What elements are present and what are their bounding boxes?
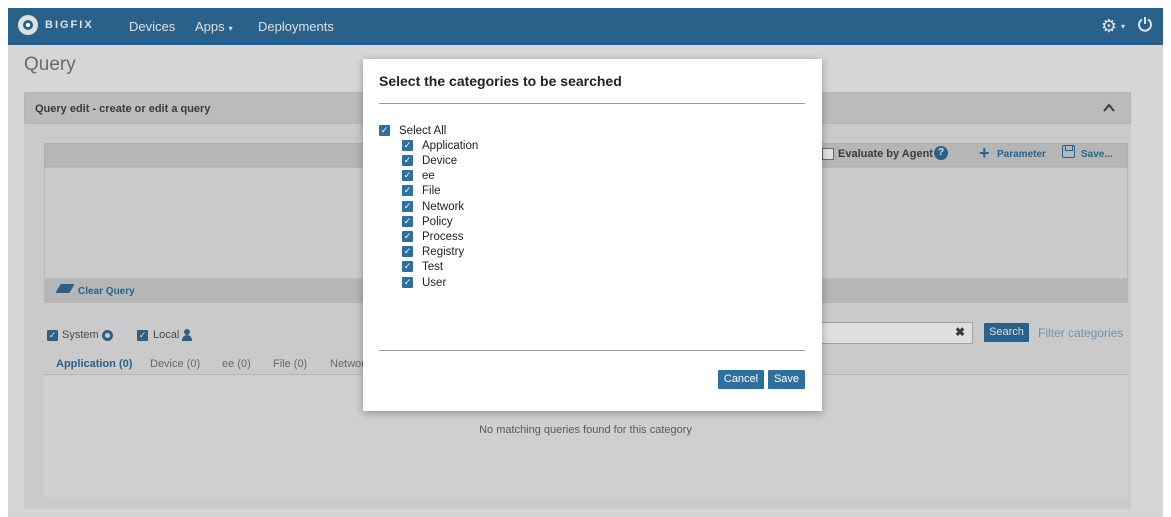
- category-checkbox[interactable]: ✓: [402, 170, 413, 181]
- save-button[interactable]: Save: [768, 370, 805, 389]
- category-item[interactable]: ✓ ee: [402, 168, 435, 183]
- category-item[interactable]: ✓ Process: [402, 229, 464, 244]
- category-checkbox[interactable]: ✓: [402, 231, 413, 242]
- cancel-button[interactable]: Cancel: [718, 370, 764, 389]
- category-label: Policy: [422, 215, 453, 228]
- category-label: User: [422, 276, 447, 289]
- category-item[interactable]: ✓ Application: [402, 138, 478, 153]
- category-item[interactable]: ✓ Device: [402, 153, 457, 168]
- category-checkbox[interactable]: ✓: [402, 277, 413, 288]
- category-label: File: [422, 184, 441, 197]
- category-label: Test: [422, 260, 444, 273]
- category-item[interactable]: ✓ File: [402, 183, 441, 198]
- category-item[interactable]: ✓ User: [402, 275, 446, 290]
- select-all-checkbox[interactable]: ✓: [379, 125, 390, 136]
- category-checkbox[interactable]: ✓: [402, 201, 413, 212]
- category-checkbox[interactable]: ✓: [402, 185, 413, 196]
- category-item[interactable]: ✓ Test: [402, 259, 443, 274]
- category-checkbox[interactable]: ✓: [402, 155, 413, 166]
- dialog-title: Select the categories to be searched: [379, 73, 622, 89]
- category-label: Network: [422, 200, 465, 213]
- select-all-label: Select All: [399, 124, 447, 137]
- category-checkbox[interactable]: ✓: [402, 216, 413, 227]
- category-item[interactable]: ✓ Registry: [402, 244, 464, 259]
- category-label: ee: [422, 169, 435, 182]
- category-checkbox[interactable]: ✓: [402, 140, 413, 151]
- divider: [379, 350, 805, 351]
- category-item[interactable]: ✓ Policy: [402, 214, 453, 229]
- category-label: Registry: [422, 245, 465, 258]
- select-all-row[interactable]: ✓ Select All: [379, 123, 446, 138]
- category-item[interactable]: ✓ Network: [402, 199, 464, 214]
- category-label: Device: [422, 154, 458, 167]
- category-label: Process: [422, 230, 464, 243]
- category-label: Application: [422, 139, 479, 152]
- category-checkbox[interactable]: ✓: [402, 246, 413, 257]
- divider: [379, 103, 805, 104]
- category-checkbox[interactable]: ✓: [402, 261, 413, 272]
- select-categories-dialog: Select the categories to be searched ✓ S…: [363, 59, 822, 411]
